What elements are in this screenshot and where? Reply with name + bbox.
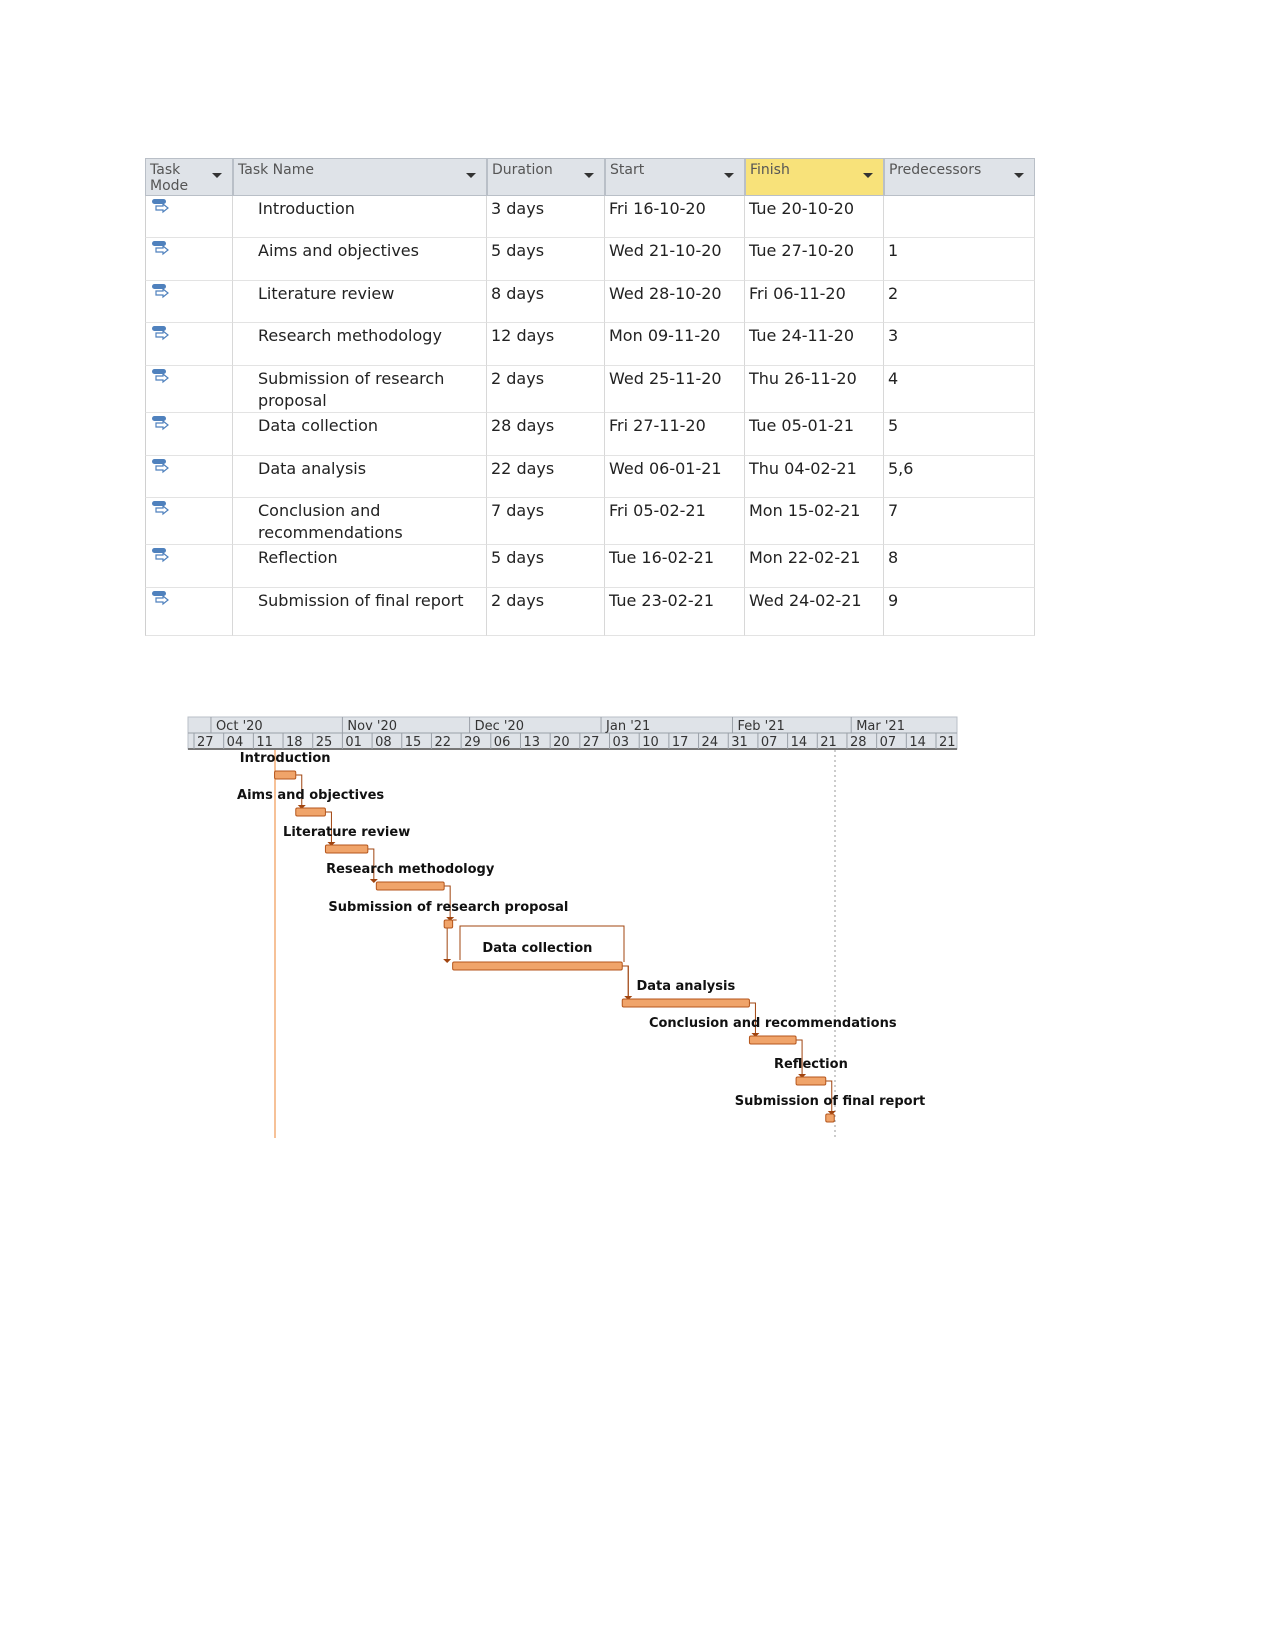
week-label: 08: [375, 735, 392, 750]
week-label: 14: [909, 735, 926, 750]
task-bar-label: Reflection: [774, 1057, 848, 1072]
dependency-link: [622, 965, 629, 997]
task-bar[interactable]: [324, 844, 369, 854]
task-bar-label: Research methodology: [326, 862, 495, 877]
week-label: 27: [583, 735, 600, 750]
task-bar-label: Submission of research proposal: [328, 900, 568, 915]
task-bar-label: Data analysis: [636, 979, 735, 994]
month-label: Jan '21: [605, 719, 650, 734]
month-label: Feb '21: [737, 719, 784, 734]
week-label: 18: [286, 735, 303, 750]
week-label: 27: [197, 735, 214, 750]
week-label: 13: [523, 735, 540, 750]
week-label: 17: [672, 735, 689, 750]
link-arrow-icon: [443, 959, 452, 963]
week-label: 22: [434, 735, 451, 750]
week-label: 28: [850, 735, 867, 750]
week-label: 14: [791, 735, 808, 750]
task-bar[interactable]: [274, 770, 297, 780]
week-label: 29: [464, 735, 481, 750]
dependency-link: [622, 965, 629, 997]
task-bar[interactable]: [443, 919, 454, 929]
task-bar-label: Conclusion and recommendations: [649, 1016, 897, 1031]
task-bar[interactable]: [621, 998, 750, 1008]
task-bar[interactable]: [375, 881, 445, 891]
month-label: Mar '21: [856, 719, 905, 734]
task-bar-label: Data collection: [482, 941, 592, 956]
task-bar[interactable]: [825, 1113, 835, 1123]
task-bar-label: Aims and objectives: [237, 788, 384, 803]
week-label: 24: [702, 735, 719, 750]
task-bar-label: Submission of final report: [735, 1094, 925, 1109]
week-label: 15: [405, 735, 422, 750]
task-bar[interactable]: [795, 1076, 827, 1086]
month-label: Oct '20: [216, 719, 263, 734]
week-label: 21: [939, 735, 956, 750]
month-label: Nov '20: [347, 719, 397, 734]
gantt-chart: Oct '20 Nov '20 Dec '20 Jan '21 Feb '21 Mar '…: [187, 716, 958, 1138]
week-label: 31: [731, 735, 748, 750]
week-label: 01: [345, 735, 362, 750]
task-bar[interactable]: [748, 1035, 797, 1045]
task-bar[interactable]: [295, 807, 326, 817]
week-label: 03: [613, 735, 630, 750]
week-label: 21: [820, 735, 837, 750]
week-label: 07: [761, 735, 778, 750]
task-bar[interactable]: [452, 961, 623, 971]
month-label: Dec '20: [475, 719, 524, 734]
week-label: 06: [494, 735, 511, 750]
week-label: 20: [553, 735, 570, 750]
week-label: 11: [256, 735, 273, 750]
week-label: 25: [316, 735, 333, 750]
week-label: 04: [227, 735, 244, 750]
week-label: 10: [642, 735, 659, 750]
task-bar-label: Introduction: [240, 751, 331, 766]
task-bar-label: Literature review: [283, 825, 410, 840]
week-label: 07: [880, 735, 897, 750]
